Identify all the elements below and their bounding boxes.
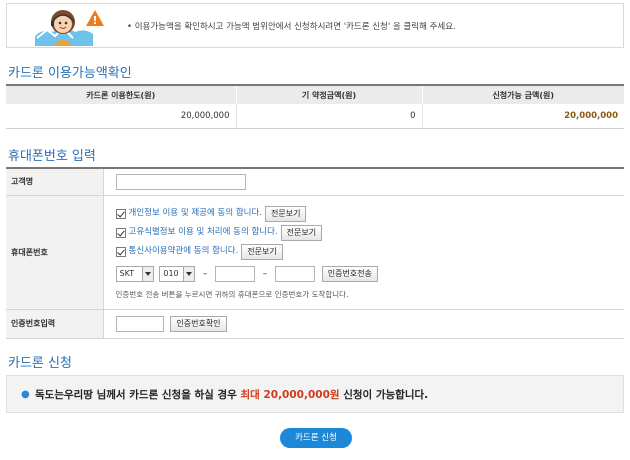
auth-label: 인증번호입력 [6,309,104,339]
customer-name-label: 고객명 [6,168,104,196]
apply-card-loan-button[interactable]: 카드론 신청 [280,428,352,448]
auth-row: 인증번호입력 인증번호확인 [6,309,624,339]
limits-section-title: 카드론 이용가능액확인 [8,66,132,81]
phone-row: 휴대폰번호 개인정보 이용 및 제공에 동의 합니다. 전문보기 고유식별정보 이… [6,195,625,310]
auth-code-input[interactable] [115,315,164,332]
unique-id-label[interactable]: 고유식별정보 이용 및 처리에 동의 합니다. [129,227,278,237]
phone-last-input[interactable] [274,266,315,282]
phone-section-title: 휴대폰번호 입력 [8,149,96,164]
column-header: 카드론 이용한도(원) [6,85,237,104]
prefix-select[interactable]: 010 [159,266,196,282]
carrier-terms-label[interactable]: 통신사이용약관에 동의 합니다. [129,246,239,256]
customer-name-input[interactable] [115,173,246,190]
privacy-view-button[interactable]: 전문보기 [265,205,307,222]
agreement-privacy: 개인정보 이용 및 제공에 동의 합니다. 전문보기 [115,204,625,223]
contracted-amount: 0 [236,104,423,129]
chevron-down-icon [183,267,195,281]
limits-header-row: 카드론 이용한도(원) 기 약정금액(원) 신청가능 금액(원) [6,85,624,104]
customer-row: 고객명 [6,168,624,196]
svg-text:!: ! [92,14,97,27]
notice-banner: ! • 이용가능액을 확인하시고 가능액 범위안에서 신청하시려면 '카드론 신… [6,3,624,48]
send-code-button[interactable]: 인증번호전송 [321,266,378,282]
apply-section-title: 카드론 신청 [8,356,72,371]
carrier-terms-view-button[interactable]: 전문보기 [241,243,283,260]
agreement-unique-id: 고유식별정보 이용 및 처리에 동의 합니다. 전문보기 [115,223,625,242]
chevron-down-icon [141,267,153,281]
notice-message: • 이용가능액을 확인하시고 가능액 범위안에서 신청하시려면 '카드론 신청'… [127,22,456,32]
column-header: 기 약정금액(원) [236,85,423,104]
available-amount: 20,000,000 [422,104,624,129]
customer-service-agent-icon: ! [35,10,104,46]
prefix-value: 010 [163,269,179,278]
phone-form: 고객명 휴대폰번호 개인정보 이용 및 제공에 동의 합니다. 전문보기 고유식별… [6,167,624,339]
carrier-terms-checkbox[interactable] [115,246,126,257]
column-header: 신청가능 금액(원) [422,85,624,104]
phone-middle-input[interactable] [215,266,256,282]
result-max-amount: 최대 20,000,000원 [240,389,340,401]
limit-amount: 20,000,000 [6,104,237,129]
carrier-select[interactable]: SKT [115,266,154,282]
bullet-icon: ● [21,389,30,400]
privacy-label[interactable]: 개인정보 이용 및 제공에 동의 합니다. [129,208,263,218]
result-prefix: 독도는우리땅 님께서 카드론 신청을 하실 경우 [35,389,241,401]
separator: – [262,269,268,279]
unique-id-view-button[interactable]: 전문보기 [280,224,323,241]
send-code-hint: 인증번호 전송 버튼을 누르시면 귀하의 휴대폰으로 인증번호가 도착합니다. [115,290,349,299]
unique-id-checkbox[interactable] [115,227,126,238]
table-row: 20,000,000 0 20,000,000 [6,104,624,129]
result-box: ● 독도는우리땅 님께서 카드론 신청을 하실 경우 최대 20,000,000… [6,375,624,413]
card-loan-page: ! • 이용가능액을 확인하시고 가능액 범위안에서 신청하시려면 '카드론 신… [0,0,630,460]
confirm-code-button[interactable]: 인증번호확인 [170,315,227,332]
carrier-value: SKT [119,269,135,278]
privacy-checkbox[interactable] [115,208,126,219]
phone-label: 휴대폰번호 [6,195,104,310]
result-message: 독도는우리땅 님께서 카드론 신청을 하실 경우 최대 20,000,000원 … [35,387,428,402]
result-suffix: 신청이 가능합니다. [339,389,429,401]
limits-table: 카드론 이용한도(원) 기 약정금액(원) 신청가능 금액(원) 20,000,… [6,84,624,129]
phone-number-line: SKT 010 – – 인증번호전송 [115,263,625,285]
agreement-carrier-terms: 통신사이용약관에 동의 합니다. 전문보기 [115,242,625,261]
separator: – [203,269,208,279]
